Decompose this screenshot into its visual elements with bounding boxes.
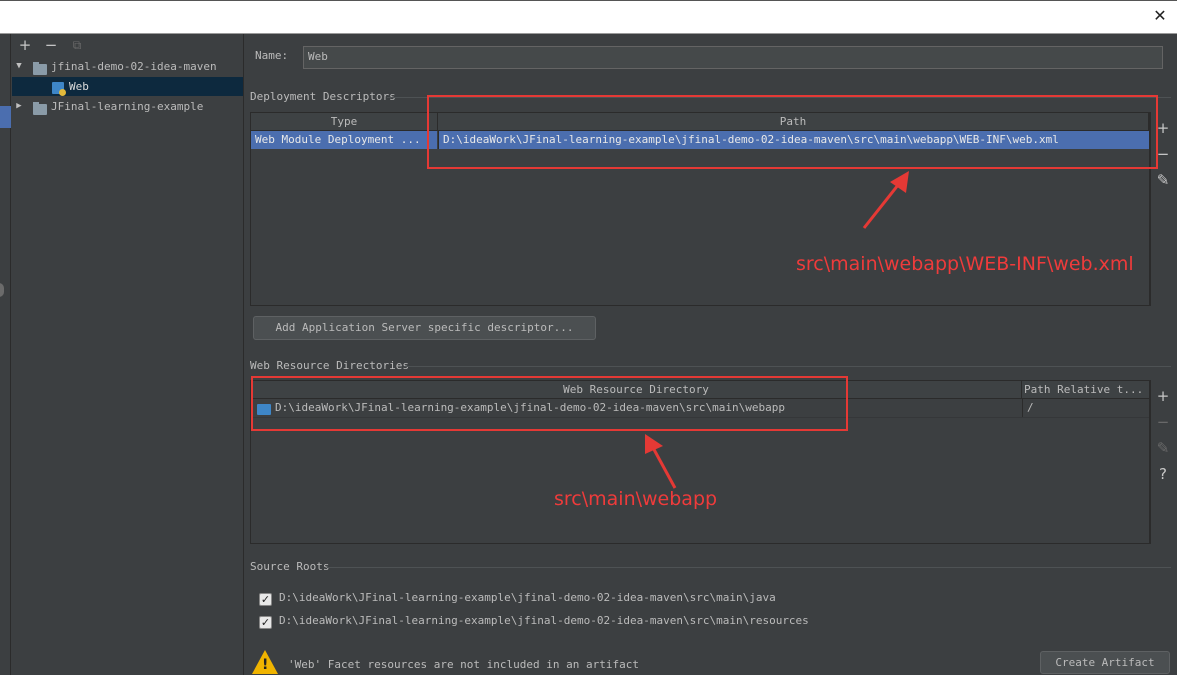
project-folder-icon [33,102,47,115]
tree-item-web[interactable]: Web [12,77,243,96]
annotation-arrow-webapp [645,434,677,489]
source-root-checkbox[interactable]: ✓ [259,616,272,629]
source-root-checkbox[interactable]: ✓ [259,593,272,606]
annotation-arrow-descriptor [862,171,909,229]
section-divider [327,567,1171,568]
annotation-box-descriptor [427,95,1158,169]
table-cell-relative-path[interactable]: / [1022,399,1150,417]
web-facet-icon [52,82,66,96]
collapse-arrow-icon[interactable]: ▶ [14,97,24,111]
add-icon[interactable]: + [17,37,33,53]
close-icon[interactable]: ✕ [1151,7,1169,25]
deployment-descriptors-title: Deployment Descriptors [250,90,396,103]
edit-icon[interactable]: ✎ [1151,435,1175,461]
name-label: Name: [255,49,289,62]
table-cell-type[interactable]: Web Module Deployment ... [251,131,437,149]
edit-icon[interactable]: ✎ [1151,167,1175,193]
tree-item-label: jfinal-demo-02-idea-maven [51,60,217,73]
name-input[interactable]: Web [303,46,1163,69]
column-header-type[interactable]: Type [251,113,438,131]
copy-icon[interactable]: ⧉ [69,37,85,53]
warning-message: 'Web' Facet resources are not included i… [288,658,639,671]
column-header-relative-path[interactable]: Path Relative t... [1022,381,1150,399]
module-folder-icon [33,62,47,75]
tree-item-project[interactable]: ▶ JFinal-learning-example [11,97,244,116]
tree-item-module[interactable]: ▼ jfinal-demo-02-idea-maven [11,57,244,76]
source-roots-title: Source Roots [250,560,330,573]
help-icon[interactable]: ? [1151,461,1175,487]
remove-icon[interactable]: − [1151,409,1175,435]
left-strip-selection-marker [0,106,11,128]
add-icon[interactable]: + [1151,383,1175,409]
source-root-path: D:\ideaWork\JFinal-learning-example\jfin… [279,591,776,604]
warning-exclamation: ! [262,657,269,673]
section-divider [405,366,1171,367]
tree-item-label: JFinal-learning-example [51,100,204,113]
tree-item-label: Web [69,80,89,93]
web-resource-directories-title: Web Resource Directories [250,359,409,372]
expand-arrow-icon[interactable]: ▼ [14,57,24,71]
remove-icon[interactable]: − [43,37,59,53]
annotation-text-webapp: src\main\webapp [554,488,718,510]
facets-tree-panel: + − ⧉ ▼ jfinal-demo-02-idea-maven Web ▶ … [11,34,244,675]
add-server-descriptor-button[interactable]: Add Application Server specific descript… [253,316,596,340]
resource-side-toolbar: + − ✎ ? [1150,380,1174,544]
window-title-bar: ✕ [0,0,1177,34]
left-strip [0,34,11,675]
create-artifact-button[interactable]: Create Artifact [1040,651,1170,674]
annotation-box-webapp [251,376,848,431]
annotation-text-descriptor: src\main\webapp\WEB-INF\web.xml [796,253,1134,275]
source-root-path: D:\ideaWork\JFinal-learning-example\jfin… [279,614,809,627]
